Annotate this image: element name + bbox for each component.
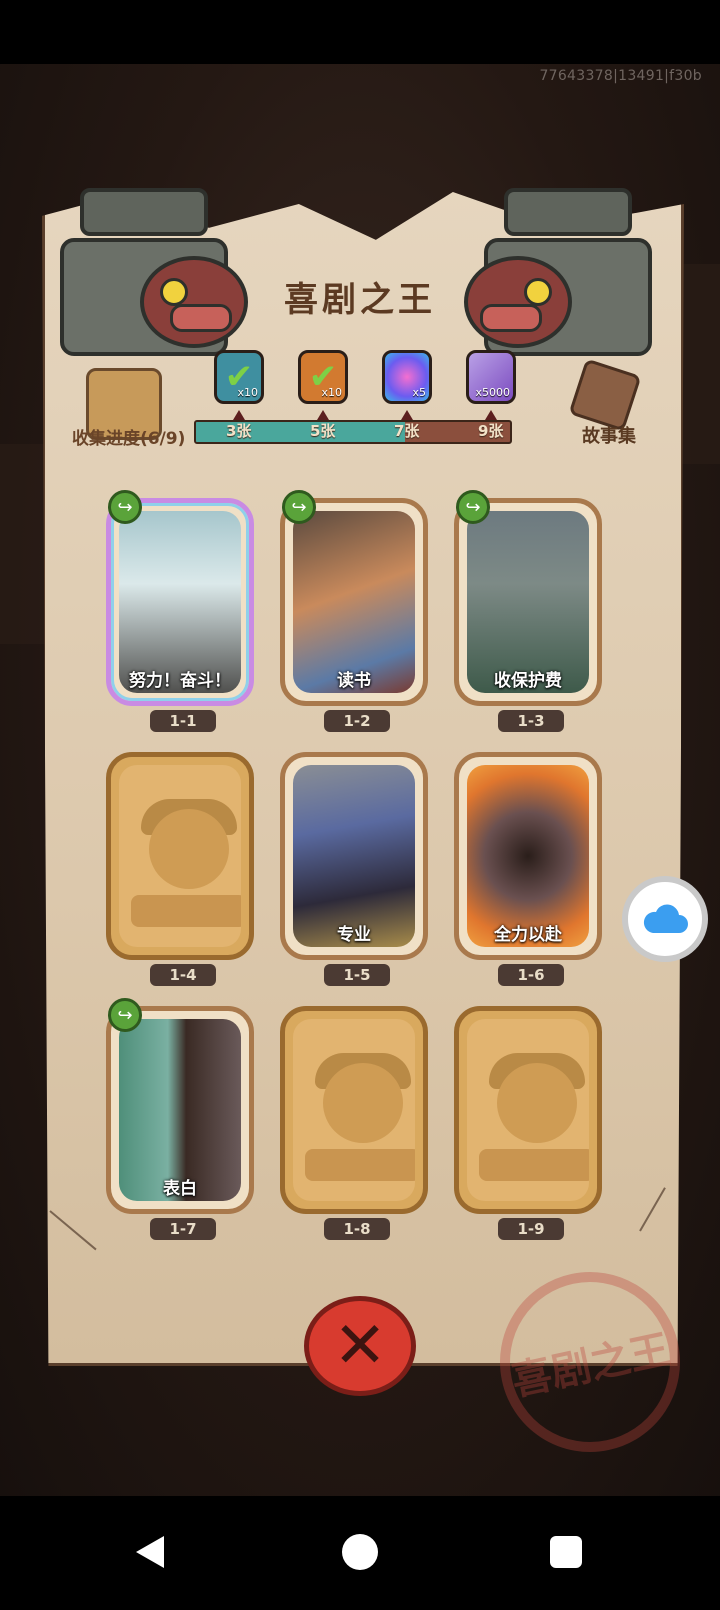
recents-square-icon — [550, 1536, 582, 1568]
camera-creature-left — [20, 178, 248, 358]
silhouette-ribbon — [305, 1149, 415, 1181]
collection-progress-label: 收集进度(6/9) — [72, 429, 186, 449]
card-frame: 全力以赴 — [454, 752, 602, 960]
card-code: 1-3 — [498, 710, 564, 732]
back-button[interactable] — [124, 1526, 176, 1578]
locked-card-art — [293, 1019, 415, 1201]
card-name: 全力以赴 — [494, 925, 562, 945]
milestone-label: 3张 — [226, 422, 252, 440]
reward-progress: 收集进度(6/9) ✔ x10 3张 ✔ x10 5张 x5 7张 x5000 … — [68, 350, 658, 466]
close-button[interactable]: ✕ — [304, 1296, 416, 1396]
card-code: 1-6 — [498, 964, 564, 986]
reward-crystal-icon[interactable]: x5000 — [466, 350, 516, 404]
milestone-label: 9张 — [478, 422, 504, 440]
card-name: 努力！奋斗！ — [129, 671, 231, 691]
card-1-2[interactable]: 读书 ↪ 1-2 — [276, 490, 432, 732]
locked-card-art — [119, 765, 241, 947]
reward-qty: x5000 — [475, 386, 510, 399]
milestone-marker — [401, 410, 413, 420]
card-1-4[interactable]: 1-4 — [102, 750, 258, 986]
camera-creature-right — [464, 178, 692, 358]
share-icon[interactable]: ↪ — [108, 998, 142, 1032]
milestone-marker — [317, 410, 329, 420]
locked-card-art — [467, 1019, 589, 1201]
story-collection-button[interactable]: 故事集 — [582, 422, 636, 448]
back-triangle-icon — [136, 1536, 164, 1568]
reward-qty: x5 — [412, 386, 426, 399]
card-code: 1-2 — [324, 710, 390, 732]
card-1-5[interactable]: 专业 1-5 — [276, 750, 432, 986]
recents-button[interactable] — [540, 1526, 592, 1578]
card-code: 1-5 — [324, 964, 390, 986]
cloud-icon — [643, 904, 688, 933]
camera-eye — [524, 278, 552, 306]
reward-swirl-gem-icon[interactable]: x5 — [382, 350, 432, 404]
silhouette-ribbon — [131, 895, 241, 927]
page-title: 喜剧之王 — [284, 280, 436, 320]
camera-mouth — [480, 304, 542, 332]
silhouette-face — [149, 809, 229, 889]
home-circle-icon — [342, 1534, 378, 1570]
card-code: 1-9 — [498, 1218, 564, 1240]
card-code: 1-4 — [150, 964, 216, 986]
reward-qty: x10 — [237, 386, 258, 399]
card-1-3[interactable]: 收保护费 ↪ 1-3 — [450, 490, 606, 732]
card-frame: 努力！奋斗！ — [106, 498, 254, 706]
milestone-label: 7张 — [394, 422, 420, 440]
silhouette-ribbon — [479, 1149, 589, 1181]
card-grid: 努力！奋斗！ ↪ 1-1 读书 ↪ 1-2 收保护费 ↪ 1-3 1-4 专业 … — [98, 490, 628, 1256]
camera-eye — [160, 278, 188, 306]
reward-qty: x10 — [321, 386, 342, 399]
card-1-8[interactable]: 1-8 — [276, 1004, 432, 1240]
card-name: 表白 — [163, 1179, 197, 1199]
card-name: 收保护费 — [494, 671, 562, 691]
share-icon[interactable]: ↪ — [456, 490, 490, 524]
camera-lens — [464, 256, 572, 348]
card-code: 1-7 — [150, 1218, 216, 1240]
card-1-6[interactable]: 全力以赴 1-6 — [450, 750, 606, 986]
milestone-label: 5张 — [310, 422, 336, 440]
story-book-icon[interactable] — [568, 358, 642, 432]
card-frame-locked — [106, 752, 254, 960]
status-bar — [0, 0, 720, 64]
stamp-text: 喜剧之王 — [507, 1326, 674, 1406]
android-nav-bar — [0, 1496, 720, 1610]
card-code: 1-1 — [150, 710, 216, 732]
card-frame: 收保护费 — [454, 498, 602, 706]
cloud-float-button[interactable] — [622, 876, 708, 962]
share-icon[interactable]: ↪ — [282, 490, 316, 524]
card-frame-locked — [454, 1006, 602, 1214]
milestone-marker — [233, 410, 245, 420]
camera-mouth — [170, 304, 232, 332]
home-button[interactable] — [334, 1526, 386, 1578]
card-1-9[interactable]: 1-9 — [450, 1004, 606, 1240]
build-id: 77643378|13491|f30b — [539, 68, 702, 84]
card-name: 读书 — [337, 671, 371, 691]
card-frame-locked — [280, 1006, 428, 1214]
camera-top — [504, 188, 632, 236]
milestone-marker — [485, 410, 497, 420]
reward-orange-card-icon[interactable]: ✔ x10 — [298, 350, 348, 404]
card-name: 专业 — [337, 925, 371, 945]
card-1-7[interactable]: 表白 ↪ 1-7 — [102, 998, 258, 1240]
share-icon[interactable]: ↪ — [108, 490, 142, 524]
silhouette-face — [323, 1063, 403, 1143]
close-icon: ✕ — [333, 1309, 387, 1383]
card-1-1[interactable]: 努力！奋斗！ ↪ 1-1 — [102, 490, 258, 732]
card-frame: 专业 — [280, 752, 428, 960]
camera-lens — [140, 256, 248, 348]
card-code: 1-8 — [324, 1218, 390, 1240]
card-frame: 读书 — [280, 498, 428, 706]
card-frame: 表白 — [106, 1006, 254, 1214]
silhouette-face — [497, 1063, 577, 1143]
camera-top — [80, 188, 208, 236]
reward-green-card-icon[interactable]: ✔ x10 — [214, 350, 264, 404]
